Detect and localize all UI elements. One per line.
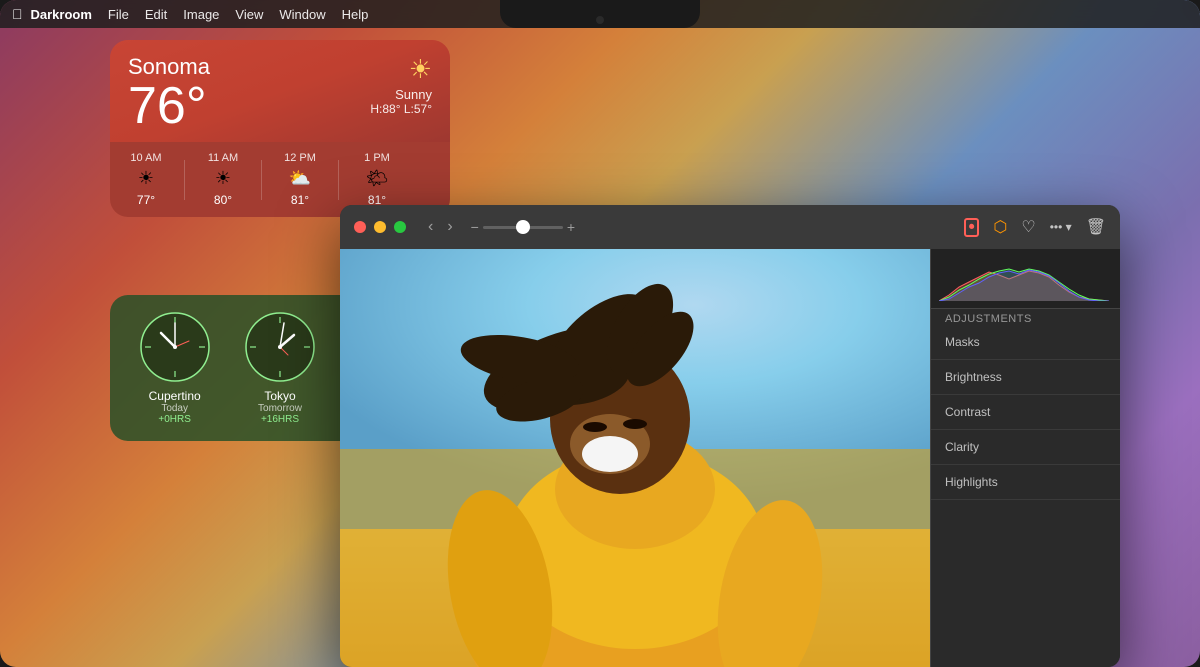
hour-icon-2: ⛅ — [289, 168, 311, 189]
clock-cupertino: Cupertino Today +0HRS — [128, 311, 221, 425]
hour-icon-3: 🌤 — [366, 168, 389, 189]
weather-hour-3: 1 PM 🌤 81° — [355, 152, 399, 207]
weather-condition: Sunny — [370, 87, 432, 102]
back-button[interactable]: ‹ — [424, 216, 437, 238]
record-icon[interactable]: ⏺ — [964, 218, 980, 237]
weather-high: H:88° L:57° — [370, 102, 432, 116]
hour-icon-1: ☀ — [215, 168, 231, 189]
histogram-svg — [939, 257, 1109, 301]
traffic-light-minimize[interactable] — [374, 221, 386, 233]
mac-frame:  Darkroom File Edit Image View Window H… — [0, 0, 1200, 667]
panel-section-clarity[interactable]: Clarity — [931, 430, 1120, 465]
photo-svg — [340, 249, 930, 667]
adjustments-label: Adjustments — [931, 309, 1120, 325]
right-panel: Adjustments Masks Brightness Contrast Cl… — [930, 249, 1120, 667]
traffic-light-fullscreen[interactable] — [394, 221, 406, 233]
hour-icon-0: ☀ — [138, 168, 154, 189]
clock-offset-1: +16HRS — [261, 414, 299, 425]
clock-tokyo: Tokyo Tomorrow +16HRS — [233, 311, 326, 425]
menu-items: File Edit Image View Window Help — [108, 7, 368, 22]
window-titlebar: ‹ › − + ⏺ ⬡ ♡ ••• ▾ 🗑 — [340, 205, 1120, 249]
menu-image[interactable]: Image — [183, 7, 219, 22]
zoom-control: − + — [471, 219, 575, 235]
weather-top: Sonoma 76° ☀ Sunny H:88° L:57° — [110, 40, 450, 142]
weather-temperature: 76° — [128, 80, 210, 132]
weather-divider-1 — [261, 160, 262, 200]
weather-sun-icon: ☀ — [370, 54, 432, 85]
hour-label-0: 10 AM — [130, 152, 161, 164]
apple-logo-icon[interactable]:  — [12, 6, 23, 22]
app-name: Darkroom — [31, 7, 92, 22]
clock-day-0: Today — [161, 403, 188, 414]
forward-button[interactable]: › — [443, 216, 456, 238]
camera-notch — [500, 0, 700, 28]
camera-dot — [596, 16, 604, 24]
hour-label-3: 1 PM — [364, 152, 390, 164]
hour-label-1: 11 AM — [208, 152, 238, 164]
clock-day-1: Tomorrow — [258, 403, 302, 414]
zoom-plus-icon[interactable]: + — [567, 219, 575, 235]
hour-label-2: 12 PM — [284, 152, 316, 164]
clock-city-0: Cupertino — [149, 389, 201, 403]
menu-file[interactable]: File — [108, 7, 129, 22]
darkroom-window: ‹ › − + ⏺ ⬡ ♡ ••• ▾ 🗑 — [340, 205, 1120, 667]
panel-section-masks[interactable]: Masks — [931, 325, 1120, 360]
analog-clock-cupertino — [139, 311, 211, 383]
photo-display — [340, 249, 930, 667]
weather-divider-0 — [184, 160, 185, 200]
zoom-minus-icon[interactable]: − — [471, 219, 479, 235]
more-options-icon[interactable]: ••• ▾ — [1050, 220, 1072, 234]
weather-divider-2 — [338, 160, 339, 200]
weather-hour-0: 10 AM ☀ 77° — [124, 152, 168, 207]
window-toolbar-right: ⏺ ⬡ ♡ ••• ▾ 🗑 — [964, 217, 1106, 237]
photo-area: Adjustments Masks Brightness Contrast Cl… — [340, 249, 1120, 667]
panel-section-contrast[interactable]: Contrast — [931, 395, 1120, 430]
panel-section-highlights[interactable]: Highlights — [931, 465, 1120, 500]
favorite-icon[interactable]: ♡ — [1021, 217, 1035, 237]
menu-edit[interactable]: Edit — [145, 7, 167, 22]
histogram-area — [931, 249, 1120, 309]
clock-offset-0: +0HRS — [158, 414, 191, 425]
menu-help[interactable]: Help — [342, 7, 369, 22]
traffic-lights — [354, 221, 406, 233]
menu-view[interactable]: View — [235, 7, 263, 22]
nav-buttons: ‹ › — [424, 216, 457, 238]
delete-icon[interactable]: 🗑 — [1086, 217, 1106, 237]
hour-temp-1: 80° — [214, 193, 232, 207]
traffic-light-close[interactable] — [354, 221, 366, 233]
weather-hour-1: 11 AM ☀ 80° — [201, 152, 245, 207]
export-icon[interactable]: ⬡ — [993, 217, 1007, 237]
analog-clock-tokyo — [244, 311, 316, 383]
zoom-slider[interactable] — [483, 226, 563, 229]
clock-city-1: Tokyo — [264, 389, 295, 403]
weather-hour-2: 12 PM ⛅ 81° — [278, 152, 322, 207]
panel-section-brightness[interactable]: Brightness — [931, 360, 1120, 395]
zoom-thumb — [516, 220, 530, 234]
weather-widget: Sonoma 76° ☀ Sunny H:88° L:57° 10 AM ☀ 7… — [110, 40, 450, 217]
hour-temp-2: 81° — [291, 193, 309, 207]
menu-window[interactable]: Window — [279, 7, 325, 22]
hour-temp-0: 77° — [137, 193, 155, 207]
